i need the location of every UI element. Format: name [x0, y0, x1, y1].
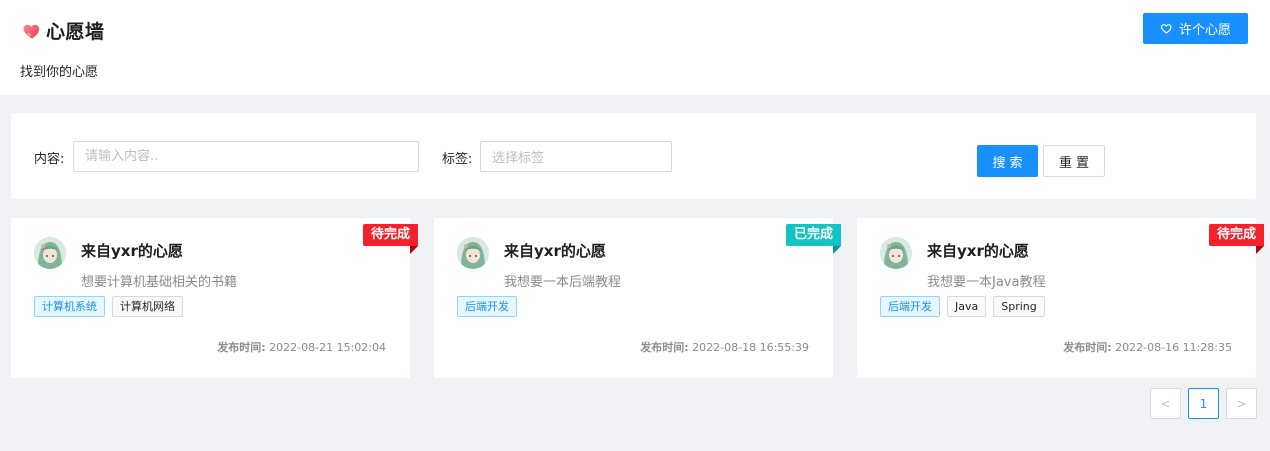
- publish-time-value: 2022-08-18 16:55:39: [692, 341, 809, 354]
- chevron-left-icon: <: [1160, 396, 1171, 411]
- prev-page-button[interactable]: <: [1150, 388, 1181, 419]
- page-header: 心愿墙 找到你的心愿 许个心愿: [0, 0, 1270, 95]
- tag: 后端开发: [457, 296, 517, 317]
- heart-outline-icon: [1160, 24, 1172, 34]
- avatar: [34, 237, 66, 269]
- reset-button[interactable]: 重置: [1043, 145, 1105, 177]
- tag: Java: [947, 296, 987, 317]
- tag: Spring: [993, 296, 1045, 317]
- tag: 后端开发: [880, 296, 940, 317]
- tag-list: 计算机系统 计算机网络: [34, 296, 183, 317]
- title-row: 心愿墙: [22, 17, 105, 44]
- publish-time-value: 2022-08-16 11:28:35: [1115, 341, 1232, 354]
- publish-time: 发布时间: 2022-08-16 11:28:35: [1063, 339, 1232, 355]
- card-description: 想要计算机基础相关的书籍: [81, 275, 238, 290]
- publish-time: 发布时间: 2022-08-18 16:55:39: [640, 339, 809, 355]
- search-panel: 内容: 标签: 选择标签 搜索 重置: [11, 113, 1256, 199]
- avatar-image: [457, 237, 489, 269]
- page-title: 心愿墙: [46, 21, 105, 43]
- card-title: 来自yxr的心愿: [81, 242, 183, 260]
- content-input[interactable]: [73, 141, 419, 172]
- avatar-image: [880, 237, 912, 269]
- status-ribbon: 待完成: [362, 224, 419, 254]
- tag: 计算机系统: [34, 296, 105, 317]
- make-wish-label: 许个心愿: [1178, 23, 1231, 38]
- card-title: 来自yxr的心愿: [927, 242, 1029, 260]
- tag-list: 后端开发: [457, 296, 517, 317]
- publish-time: 发布时间: 2022-08-21 15:02:04: [217, 339, 386, 355]
- page-1-button[interactable]: 1: [1188, 388, 1219, 419]
- avatar-image: [34, 237, 66, 269]
- page-subtitle: 找到你的心愿: [20, 65, 99, 80]
- tag-list: 后端开发 Java Spring: [880, 296, 1045, 317]
- card-description: 我想要一本Java教程: [927, 275, 1046, 290]
- card-title: 来自yxr的心愿: [504, 242, 606, 260]
- status-ribbon: 待完成: [1208, 224, 1265, 254]
- tags-label: 标签:: [442, 152, 473, 167]
- avatar: [880, 237, 912, 269]
- content-label: 内容:: [34, 152, 65, 167]
- publish-label: 发布时间:: [1063, 341, 1112, 354]
- card-description: 我想要一本后端教程: [504, 275, 622, 290]
- tags-select[interactable]: 选择标签: [480, 141, 672, 172]
- heart-logo-icon: [23, 24, 40, 38]
- publish-time-value: 2022-08-21 15:02:04: [269, 341, 386, 354]
- avatar: [457, 237, 489, 269]
- chevron-right-icon: >: [1236, 396, 1247, 411]
- next-page-button[interactable]: >: [1226, 388, 1257, 419]
- tag: 计算机网络: [112, 296, 183, 317]
- make-wish-button[interactable]: 许个心愿: [1143, 13, 1248, 44]
- wish-card[interactable]: 待完成 来自yxr的心愿 想要计算机基础相关的书籍 计算机系统 计算机网络 发布…: [11, 218, 419, 378]
- publish-label: 发布时间:: [640, 341, 689, 354]
- search-button[interactable]: 搜索: [977, 145, 1038, 177]
- wish-card[interactable]: 已完成 来自yxr的心愿 我想要一本后端教程 后端开发 发布时间: 2022-0…: [434, 218, 842, 378]
- publish-label: 发布时间:: [217, 341, 266, 354]
- status-ribbon: 已完成: [785, 224, 842, 254]
- wish-card[interactable]: 待完成 来自yxr的心愿 我想要一本Java教程 后端开发 Java Sprin…: [857, 218, 1265, 378]
- tags-select-placeholder: 选择标签: [492, 151, 545, 166]
